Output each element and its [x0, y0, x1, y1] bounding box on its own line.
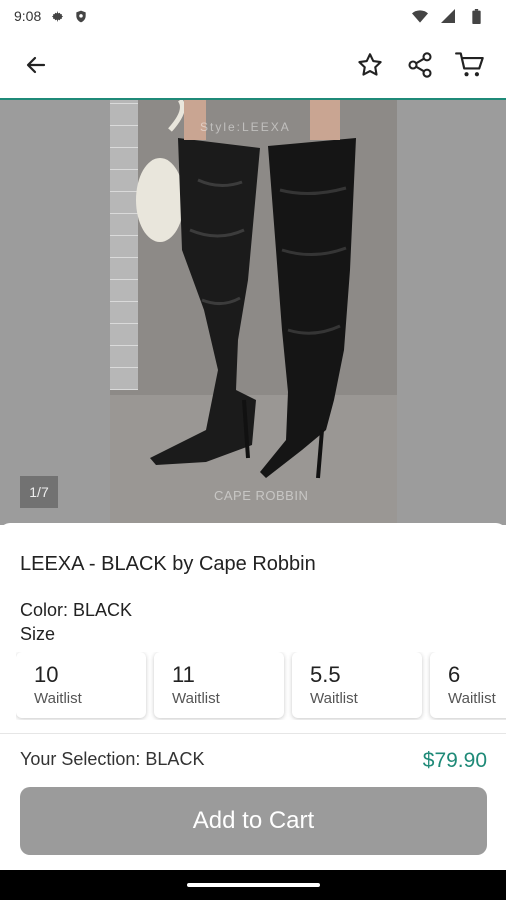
size-option[interactable]: 10 Waitlist	[16, 652, 146, 718]
product-details-sheet: LEEXA - BLACK by Cape Robbin Color: BLAC…	[0, 523, 506, 870]
status-bar: 9:08	[0, 0, 506, 32]
size-status: Waitlist	[310, 690, 358, 707]
watermark-brand: CAPE ROBBIN	[214, 488, 309, 503]
home-gesture-handle[interactable]	[187, 883, 320, 887]
share-button[interactable]	[398, 43, 442, 87]
arrow-left-icon	[26, 56, 46, 74]
app-bar	[0, 32, 506, 98]
share-icon	[408, 52, 432, 78]
cart-icon	[455, 52, 484, 77]
size-option[interactable]: 11 Waitlist	[154, 652, 284, 718]
system-navigation-bar	[0, 870, 506, 900]
size-status: Waitlist	[34, 690, 82, 707]
size-status: Waitlist	[448, 690, 496, 707]
boots-illustration	[136, 100, 356, 479]
shield-icon	[73, 8, 89, 24]
product-title: LEEXA - BLACK by Cape Robbin	[20, 553, 316, 575]
size-value: 5.5	[310, 662, 341, 687]
product-price: $79.90	[422, 749, 487, 772]
signal-icon	[440, 8, 456, 24]
size-label: Size	[20, 624, 56, 644]
product-photo: Style:LEEXA CAPE ROBBIN	[110, 100, 397, 525]
favorite-button[interactable]	[348, 43, 392, 87]
color-label: Color: BLACK	[20, 600, 133, 620]
size-value: 6	[448, 662, 461, 687]
selection-summary: Your Selection: BLACK	[20, 749, 205, 769]
size-status: Waitlist	[172, 690, 220, 707]
wifi-icon	[412, 8, 428, 24]
back-button[interactable]	[14, 43, 58, 87]
size-value: 10	[34, 662, 59, 687]
gear-icon	[49, 8, 65, 24]
size-option[interactable]: 5.5 Waitlist	[292, 652, 422, 718]
section-divider	[0, 733, 506, 734]
size-selector[interactable]: 10 Waitlist 11 Waitlist 5.5 Waitlist 6 W…	[16, 652, 506, 720]
image-counter: 1/7	[20, 476, 58, 508]
size-option[interactable]: 6 Waitlist	[430, 652, 506, 718]
size-value: 11	[172, 662, 195, 687]
add-to-cart-button[interactable]: Add to Cart	[20, 787, 487, 855]
watermark-style: Style:LEEXA	[200, 120, 291, 134]
star-icon	[358, 53, 382, 76]
status-time: 9:08	[14, 8, 42, 24]
cart-button[interactable]	[448, 43, 492, 87]
product-image-gallery[interactable]: Style:LEEXA CAPE ROBBIN 1/7	[0, 100, 506, 525]
battery-icon	[468, 8, 484, 24]
